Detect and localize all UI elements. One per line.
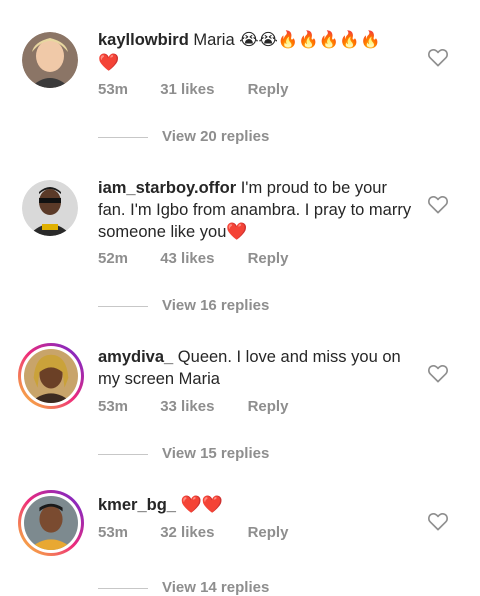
comment-text: amydiva_ Queen. I love and miss you on m… xyxy=(98,347,418,390)
heart-outline-icon[interactable] xyxy=(427,194,449,214)
view-replies-label: View 15 replies xyxy=(162,445,270,462)
view-replies-label: View 20 replies xyxy=(162,128,270,145)
comment-meta: 53m 31 likes Reply xyxy=(98,81,288,98)
comment-meta: 52m 43 likes Reply xyxy=(98,250,288,267)
heart-emoji: ❤️❤️ xyxy=(175,495,224,514)
avatar-image xyxy=(22,180,78,236)
comment-username[interactable]: iam_starboy.offor xyxy=(98,179,236,197)
view-replies-button[interactable]: View 20 replies xyxy=(98,128,269,145)
avatar-image xyxy=(22,32,78,88)
view-replies-button[interactable]: View 16 replies xyxy=(98,297,269,314)
comment-time: 53m xyxy=(98,398,129,415)
heart-emoji: ❤️ xyxy=(226,222,248,241)
heart-emoji: ❤️ xyxy=(98,52,120,72)
comment-body: Maria 😭😭🔥🔥🔥🔥🔥 xyxy=(188,31,381,49)
avatar-image xyxy=(24,496,78,550)
comment-username[interactable]: kayllowbird xyxy=(98,31,189,49)
heart-outline-icon[interactable] xyxy=(427,47,449,67)
comment-time: 52m xyxy=(98,250,129,267)
avatar[interactable] xyxy=(18,343,84,409)
comment-time: 53m xyxy=(98,81,129,98)
reply-button[interactable]: Reply xyxy=(248,81,289,98)
replies-divider xyxy=(98,136,148,138)
avatar-image xyxy=(24,349,78,403)
heart-outline-icon[interactable] xyxy=(427,511,449,531)
avatar[interactable] xyxy=(22,180,78,236)
comment-text: iam_starboy.offor I'm proud to be your f… xyxy=(98,178,418,244)
comment-username[interactable]: kmer_bg_ xyxy=(98,496,176,514)
reply-button[interactable]: Reply xyxy=(248,398,289,415)
reply-button[interactable]: Reply xyxy=(248,524,289,541)
likes-count[interactable]: 43 likes xyxy=(160,250,214,267)
comment-meta: 53m 33 likes Reply xyxy=(98,398,288,415)
comment-meta: 53m 32 likes Reply xyxy=(98,524,288,541)
avatar[interactable] xyxy=(22,32,78,88)
likes-count[interactable]: 33 likes xyxy=(160,398,214,415)
replies-divider xyxy=(98,587,148,589)
comment-text: kmer_bg_ ❤️❤️ xyxy=(98,494,418,517)
view-replies-button[interactable]: View 15 replies xyxy=(98,445,269,462)
comment-username[interactable]: amydiva_ xyxy=(98,348,173,366)
avatar[interactable] xyxy=(18,490,84,556)
heart-outline-icon[interactable] xyxy=(427,363,449,383)
view-replies-label: View 16 replies xyxy=(162,297,270,314)
reply-button[interactable]: Reply xyxy=(248,250,289,267)
likes-count[interactable]: 32 likes xyxy=(160,524,214,541)
view-replies-label: View 14 replies xyxy=(162,579,270,596)
comment-time: 53m xyxy=(98,524,129,541)
view-replies-button[interactable]: View 14 replies xyxy=(98,579,269,596)
replies-divider xyxy=(98,305,148,307)
likes-count[interactable]: 31 likes xyxy=(160,81,214,98)
comment-text: kayllowbird Maria 😭😭🔥🔥🔥🔥🔥 ❤️ xyxy=(98,30,418,74)
replies-divider xyxy=(98,453,148,455)
